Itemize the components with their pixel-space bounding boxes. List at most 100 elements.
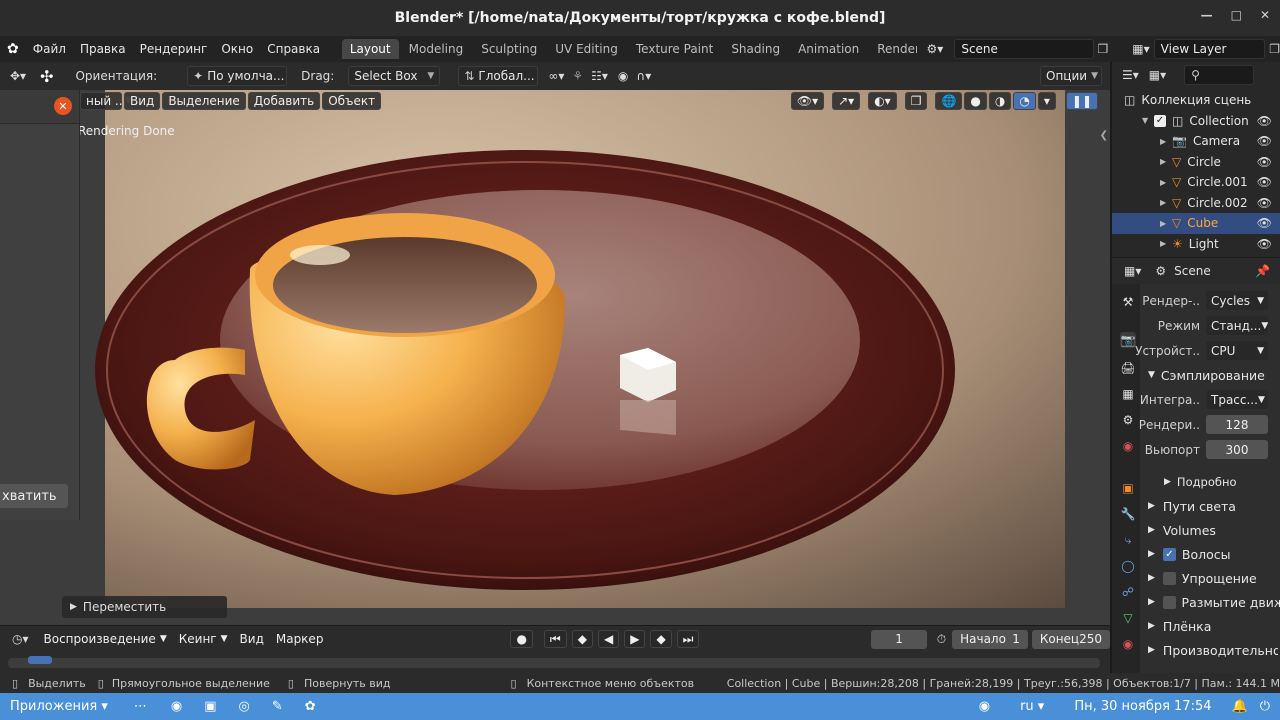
snap-target-icon[interactable]: ☷▾ — [591, 69, 608, 83]
scene-icon[interactable]: ⚙▾ — [927, 42, 953, 56]
viewport-menu-select[interactable]: Выделение — [162, 92, 246, 110]
firefox-icon[interactable]: ◉ — [171, 699, 182, 714]
advanced-subsection[interactable]: ▶ Подробно — [1164, 470, 1280, 494]
drag-dropdown[interactable]: Select Box ▼ — [348, 66, 441, 86]
xray-icon[interactable]: ❐ — [904, 92, 928, 110]
scene-selector[interactable]: Scene — [954, 39, 1094, 59]
prev-keyframe-icon[interactable]: ◆ — [571, 630, 593, 648]
visibility-eye-icon[interactable]: 👁 — [1257, 196, 1272, 210]
outliner-type-icon[interactable]: ☰▾ — [1122, 68, 1139, 82]
outliner-item-light[interactable]: ▶ ☀ Light 👁 — [1112, 234, 1280, 255]
playhead[interactable] — [28, 656, 52, 664]
device-dropdown[interactable]: CPU ▼ — [1206, 341, 1268, 360]
render-engine-dropdown[interactable]: Cycles ▼ — [1206, 291, 1268, 310]
interaction-mode-dropdown[interactable]: ный ..▼ — [80, 92, 131, 110]
properties-section[interactable]: ▶ Volumes — [1148, 518, 1280, 542]
data-tab-icon[interactable]: ▽ — [1120, 610, 1136, 626]
feature-set-dropdown[interactable]: Станд... ▼ — [1206, 316, 1268, 335]
expand-down-icon[interactable]: ▼ — [1142, 116, 1154, 125]
options-dropdown[interactable]: Опции ▼ — [1040, 66, 1102, 86]
pivot-icon[interactable]: ∞▾ — [548, 69, 564, 83]
falloff-icon[interactable]: ∩▾ — [636, 69, 651, 83]
stopwatch-icon[interactable]: ⏱ — [937, 632, 946, 647]
notifications-icon[interactable]: 🔔 — [1232, 699, 1248, 714]
transform-orientation-dropdown[interactable]: ⇅ Глобал... — [458, 66, 539, 86]
apps-grid-icon[interactable]: ⋯ — [134, 699, 147, 714]
playback-menu[interactable]: Воспроизведение ▼ — [39, 630, 172, 648]
pause-render-icon[interactable]: ❚❚ — [1065, 92, 1098, 110]
outliner-search-input[interactable]: ⚲ — [1184, 65, 1255, 85]
expand-right-icon[interactable]: ▶ — [1160, 198, 1172, 207]
gizmo-icon[interactable]: ↗▾ — [832, 92, 861, 110]
3d-viewport[interactable]: ный ..▼ Вид Выделение Добавить Объект 👁▾… — [0, 90, 1110, 625]
viewport-menu-object[interactable]: Объект — [322, 92, 382, 110]
section-checkbox[interactable] — [1162, 595, 1176, 609]
terminal-icon[interactable]: ▣ — [204, 699, 216, 714]
particles-tab-icon[interactable]: ⤷ — [1120, 532, 1136, 548]
menu-file[interactable]: Файл — [26, 42, 73, 56]
minimize-icon[interactable]: — — [1201, 8, 1213, 22]
expand-right-icon[interactable]: ▶ — [1160, 137, 1172, 146]
render-samples-field[interactable]: 128 — [1206, 415, 1268, 434]
tab-texture-paint[interactable]: Texture Paint — [628, 39, 721, 59]
section-checkbox[interactable] — [1162, 571, 1176, 585]
play-icon[interactable]: ▶ — [624, 630, 646, 648]
properties-section[interactable]: ▶ Упрощение — [1148, 566, 1280, 590]
record-icon[interactable]: ● — [510, 630, 533, 648]
outliner-item-cube[interactable]: ▶ ▽ Cube 👁 — [1112, 213, 1280, 234]
current-frame-field[interactable]: 1 — [871, 629, 927, 649]
pin-icon[interactable]: 📌 — [1255, 264, 1270, 278]
orientation-dropdown[interactable]: ✦ По умолча... — [187, 66, 288, 86]
operator-panel[interactable]: ▶ Переместить — [62, 596, 227, 618]
outliner-item-circle-001[interactable]: ▶ ▽ Circle.001 👁 — [1112, 172, 1280, 193]
shading-wireframe-icon[interactable]: 🌐 — [935, 92, 963, 110]
shading-material-icon[interactable]: ◑ — [988, 92, 1012, 110]
jump-end-icon[interactable]: ⏭ — [676, 630, 700, 648]
outliner-item-circle[interactable]: ▶ ▽ Circle 👁 — [1112, 152, 1280, 173]
visibility-eye-icon[interactable]: 👁 — [1257, 216, 1272, 230]
close-icon[interactable]: ✕ — [54, 97, 72, 115]
power-icon[interactable]: ⏻ — [1260, 699, 1270, 714]
physics-tab-icon[interactable]: ◯ — [1120, 558, 1136, 574]
outliner-root[interactable]: ◫ Коллекция сцень — [1112, 90, 1280, 111]
view-layer-icon[interactable]: ▦▾ — [1132, 42, 1149, 56]
integrator-dropdown[interactable]: Трасс... ▼ — [1206, 390, 1268, 409]
view-layer-selector[interactable]: View Layer — [1153, 39, 1266, 59]
move-gizmo-icon[interactable]: ✣ — [40, 67, 53, 86]
object-tab-icon[interactable]: ▣ — [1120, 480, 1136, 496]
frame-end-field[interactable]: Конец 250 — [1031, 629, 1110, 649]
capture-button[interactable]: хватить — [0, 484, 68, 508]
properties-section[interactable]: ▶ Плёнка — [1148, 614, 1280, 638]
tab-uv-editing[interactable]: UV Editing — [547, 39, 626, 59]
frame-start-field[interactable]: Начало 1 — [952, 629, 1028, 649]
expand-right-icon[interactable]: ▶ — [1160, 239, 1172, 248]
tab-layout[interactable]: Layout — [341, 39, 399, 59]
chrome-icon[interactable]: ◎ — [239, 699, 250, 714]
menu-window[interactable]: Окно — [214, 42, 260, 56]
viewport-samples-field[interactable]: 300 — [1206, 440, 1268, 459]
copy-view-layer-icon[interactable]: ❐ — [1269, 42, 1280, 56]
outliner-item-collection[interactable]: ▼ ✓ ◫ Collection 👁 — [1112, 111, 1280, 132]
snap-icon[interactable]: ⚘ — [572, 69, 583, 83]
tab-rendering[interactable]: Renderir — [869, 39, 916, 59]
keying-menu[interactable]: Кеинг ▼ — [174, 630, 233, 648]
visibility-icon[interactable]: 👁▾ — [790, 92, 825, 110]
expand-right-icon[interactable]: ▶ — [1160, 178, 1172, 187]
properties-section[interactable]: ▶ Размытие движ — [1148, 590, 1280, 614]
proportional-edit-icon[interactable]: ◉ — [618, 69, 628, 83]
menu-help[interactable]: Справка — [260, 42, 327, 56]
blender-app-icon[interactable]: ✿ — [305, 699, 316, 714]
timeline-scrubber[interactable] — [8, 656, 1100, 668]
tab-modeling[interactable]: Modeling — [401, 39, 472, 59]
properties-section[interactable]: ▶ ✓ Волосы — [1148, 542, 1280, 566]
visibility-eye-icon[interactable]: 👁 — [1257, 175, 1272, 189]
text-editor-icon[interactable]: ✎ — [272, 699, 283, 714]
outliner-item-camera[interactable]: ▶ 📷 Camera 👁 — [1112, 131, 1280, 152]
shading-options-icon[interactable]: ▾ — [1037, 92, 1056, 110]
section-checkbox[interactable]: ✓ — [1162, 547, 1176, 561]
blender-logo-icon[interactable]: ✿ — [0, 41, 26, 57]
menu-edit[interactable]: Правка — [73, 42, 133, 56]
checkbox-icon[interactable]: ✓ — [1154, 114, 1166, 127]
shading-solid-icon[interactable]: ● — [964, 92, 987, 110]
material-tab-icon[interactable]: ◉ — [1120, 636, 1136, 652]
